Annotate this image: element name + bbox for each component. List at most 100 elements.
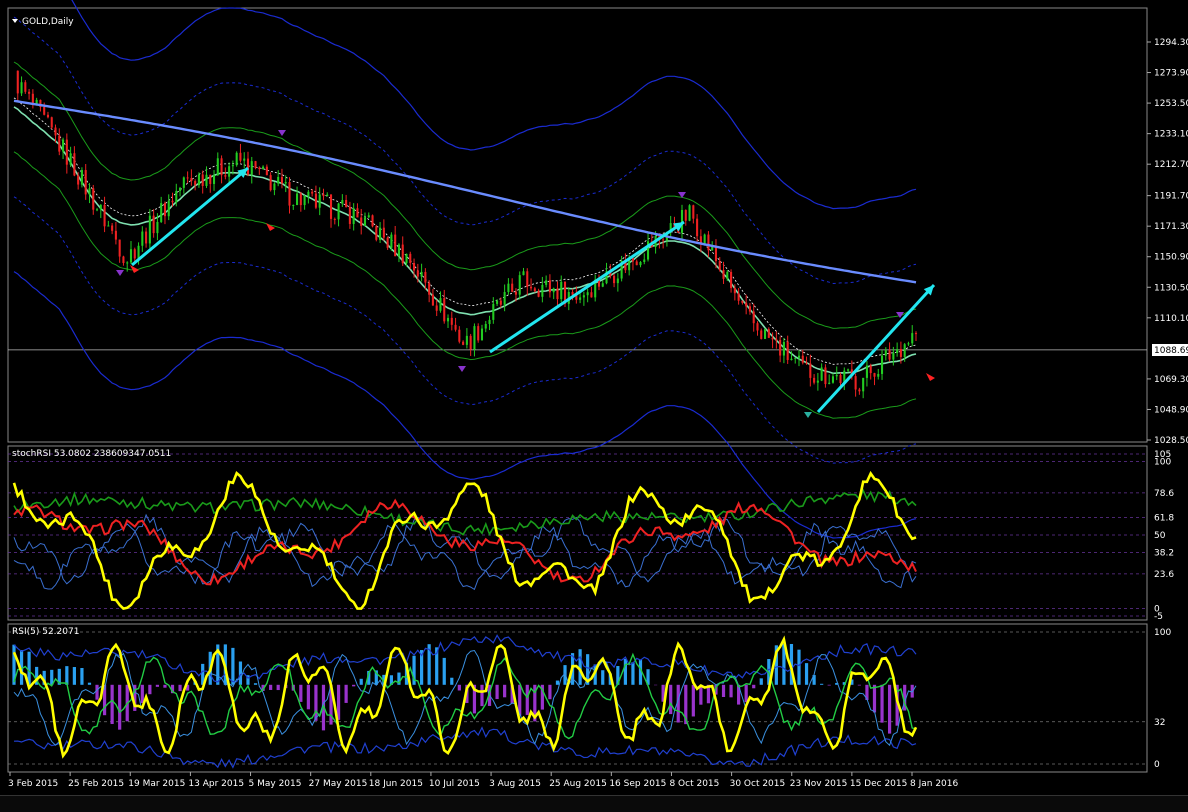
candle-body xyxy=(496,301,498,304)
rsi-histogram-bar xyxy=(556,681,559,685)
rsi-histogram-bar xyxy=(601,670,604,685)
candle-body xyxy=(62,140,64,152)
candle-body xyxy=(330,195,332,219)
candle-body xyxy=(122,257,124,263)
candle-body xyxy=(715,247,717,261)
candle-body xyxy=(349,207,351,224)
candle-body xyxy=(43,107,45,115)
stoch-level-label: -5 xyxy=(1154,612,1163,622)
rsi-histogram-bar xyxy=(880,685,883,723)
candle-body xyxy=(51,117,53,127)
candle-body xyxy=(221,158,223,175)
price-label: 1171.30 xyxy=(1154,222,1188,232)
rsi-histogram-bar xyxy=(888,685,891,734)
candle-body xyxy=(783,342,785,356)
time-label: 18 Jun 2015 xyxy=(369,779,423,789)
candle-body xyxy=(885,350,887,355)
rsi-histogram-bar xyxy=(141,685,144,703)
candle-body xyxy=(511,284,513,292)
price-label: 1253.50 xyxy=(1154,99,1188,109)
candle-body xyxy=(187,177,189,178)
price-label: 1130.50 xyxy=(1154,283,1188,293)
triangle-down-icon[interactable] xyxy=(12,19,18,23)
candle-body xyxy=(775,339,777,340)
rsi-histogram-bar xyxy=(65,666,68,685)
rsi-histogram-bar xyxy=(692,685,695,717)
candle-body xyxy=(696,219,698,237)
stoch-level-label: 38.2 xyxy=(1154,548,1174,558)
candle-body xyxy=(47,115,49,117)
candle-body xyxy=(338,203,340,219)
price-label: 1191.70 xyxy=(1154,192,1188,202)
rsi-histogram-bar xyxy=(669,685,672,714)
candle-body xyxy=(168,201,170,216)
time-label: 3 Aug 2015 xyxy=(489,779,541,789)
candle-body xyxy=(77,175,79,184)
candle-body xyxy=(855,376,857,389)
price-label: 1294.30 xyxy=(1154,38,1188,48)
candle-body xyxy=(156,222,158,233)
candle-body xyxy=(896,349,898,353)
candle-body xyxy=(549,280,551,292)
candle-body xyxy=(334,219,336,220)
candle-body xyxy=(145,232,147,244)
candle-body xyxy=(719,261,721,270)
candle-body xyxy=(794,358,796,359)
candle-body xyxy=(643,260,645,262)
candle-body xyxy=(315,194,317,208)
candle-body xyxy=(326,195,328,196)
candle-body xyxy=(813,378,815,383)
candle-body xyxy=(213,175,215,184)
rsi-level-label: 32 xyxy=(1154,718,1165,728)
candle-body xyxy=(439,298,441,311)
rsi-histogram-bar xyxy=(745,685,748,702)
candle-body xyxy=(171,201,173,203)
candle-body xyxy=(273,184,275,191)
candle-body xyxy=(390,235,392,248)
arrow-icon xyxy=(116,270,124,276)
candle-body xyxy=(405,254,407,263)
candle-body xyxy=(473,326,475,349)
rsi-histogram-bar xyxy=(111,685,114,724)
candle-body xyxy=(466,336,468,345)
candle-body xyxy=(262,167,264,169)
outer-band-upper xyxy=(14,0,916,209)
candle-body xyxy=(111,226,113,231)
rsi-upper-band xyxy=(14,635,916,682)
candle-body xyxy=(319,194,321,207)
candle-body xyxy=(141,232,143,246)
candle-body xyxy=(900,349,902,357)
rsi-histogram-bar xyxy=(277,685,280,690)
candle-body xyxy=(741,301,743,303)
candle-body xyxy=(515,292,517,295)
last-price-label: 1088.69 xyxy=(1154,346,1188,356)
rsi-histogram-bar xyxy=(360,679,363,685)
candle-body xyxy=(485,324,487,329)
candle-body xyxy=(534,288,536,291)
candle-body xyxy=(915,333,917,334)
rsi-histogram-bar xyxy=(503,685,506,698)
chart-canvas[interactable]: 1294.301273.901253.501233.101212.701191.… xyxy=(0,0,1188,795)
candle-body xyxy=(285,182,287,183)
bottom-strip xyxy=(0,795,1188,812)
rsi-histogram-bar xyxy=(480,685,483,706)
time-label: 25 Feb 2015 xyxy=(68,779,124,789)
candle-body xyxy=(692,205,694,218)
rsi-panel-title: RSI(5) 52.2071 xyxy=(12,627,79,637)
candle-body xyxy=(636,261,638,265)
candle-body xyxy=(164,203,166,216)
candle-body xyxy=(768,329,770,338)
inner-band-upper xyxy=(14,62,916,328)
candle-body xyxy=(175,191,177,202)
rsi-histogram-bar xyxy=(231,648,234,685)
candle-body xyxy=(613,276,615,283)
candle-body xyxy=(787,342,789,360)
candle-body xyxy=(809,364,811,378)
candle-body xyxy=(281,177,283,183)
time-label: 27 May 2015 xyxy=(309,779,368,789)
stoch-green-line xyxy=(14,491,916,535)
stoch-level-label: 78.6 xyxy=(1154,489,1174,499)
time-label: 5 May 2015 xyxy=(249,779,302,789)
candle-body xyxy=(507,284,509,292)
candle-body xyxy=(904,344,906,357)
